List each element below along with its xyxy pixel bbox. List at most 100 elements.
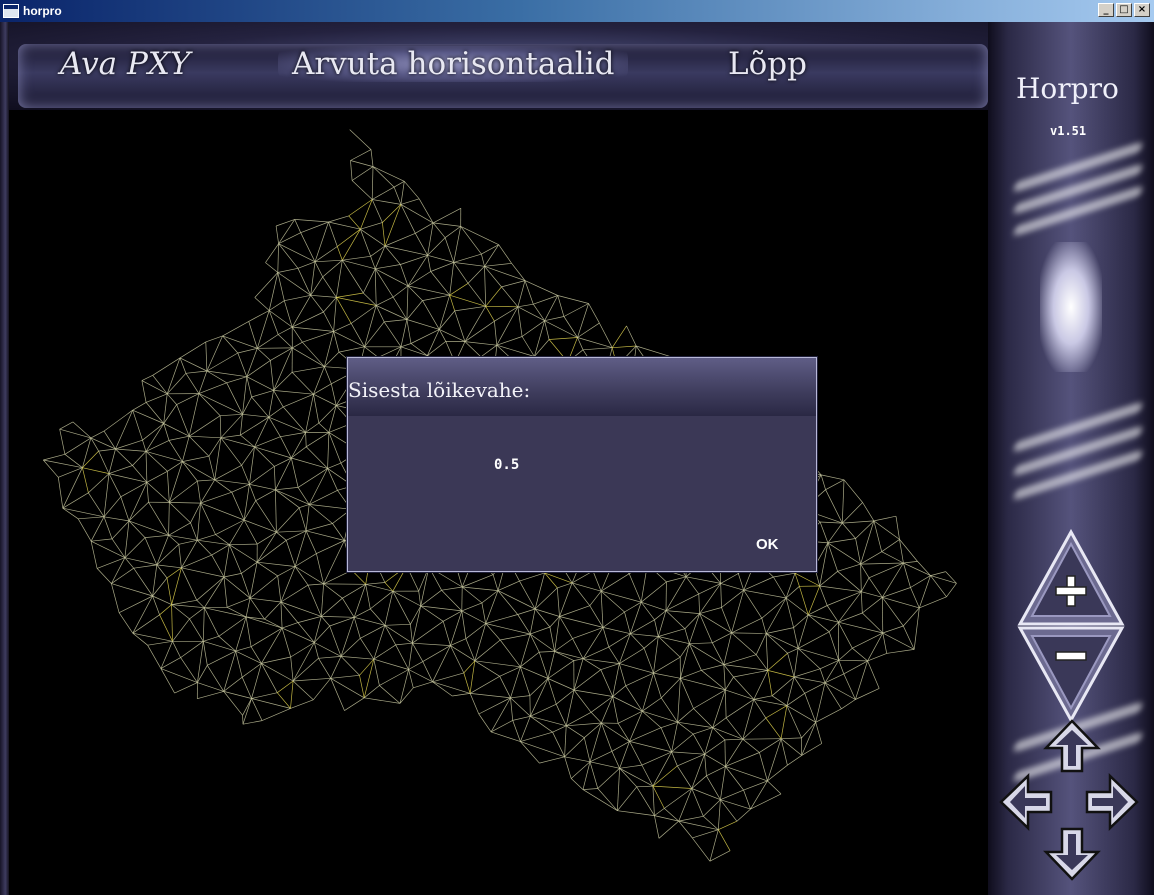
zoom-out-button[interactable] <box>1016 624 1126 724</box>
mesh-edge <box>862 597 883 614</box>
mesh-edge <box>658 820 679 839</box>
mesh-edge <box>274 457 292 467</box>
mesh-edge <box>314 261 324 278</box>
mesh-edge <box>207 665 224 692</box>
mesh-edge <box>753 670 769 700</box>
mesh-edge <box>412 605 422 644</box>
mesh-edge <box>636 785 653 788</box>
mesh-edge <box>141 374 153 381</box>
mesh-edge <box>103 516 113 540</box>
mesh-edge <box>512 715 531 721</box>
mesh-edge <box>181 540 198 568</box>
mesh-edge <box>449 283 469 296</box>
mesh-edge <box>206 352 238 372</box>
mesh-edge <box>251 390 274 398</box>
mesh-edge <box>629 741 643 766</box>
menu-open-pxy[interactable]: Ava PXY <box>60 46 190 82</box>
mesh-edge <box>410 605 422 625</box>
mesh-edge <box>611 325 627 348</box>
pan-left-button[interactable] <box>998 772 1054 832</box>
mesh-edge <box>658 628 685 637</box>
mesh-edge <box>619 768 637 788</box>
mesh-edge <box>825 479 845 491</box>
mesh-edge <box>743 590 763 619</box>
mesh-edge <box>141 380 147 403</box>
mesh-edge <box>465 638 476 661</box>
mesh-edge <box>724 739 726 767</box>
mesh-edge <box>534 608 560 617</box>
mesh-edge <box>602 611 625 628</box>
mesh-edge <box>330 677 365 699</box>
title-bar[interactable]: horpro _ □ × <box>0 0 1154 22</box>
mesh-edge <box>200 479 215 504</box>
mesh-edge <box>630 633 659 637</box>
mesh-edge <box>463 672 471 694</box>
menu-exit[interactable]: Lõpp <box>728 46 807 82</box>
ok-button[interactable]: OK <box>756 536 779 553</box>
mesh-edge <box>384 623 411 626</box>
mesh-edge <box>393 180 405 188</box>
mesh-edge <box>720 799 751 810</box>
mesh-edge <box>257 334 279 349</box>
pan-right-button[interactable] <box>1084 772 1140 832</box>
dialog-title: Sisesta lõikevahe: <box>348 378 531 402</box>
close-button[interactable]: × <box>1134 3 1150 17</box>
mesh-edge <box>677 721 713 728</box>
mesh-edge <box>384 625 397 646</box>
mesh-edge <box>265 262 279 273</box>
mesh-edge <box>316 540 345 554</box>
minimize-button[interactable]: _ <box>1098 3 1114 17</box>
mesh-edge <box>555 704 567 726</box>
mesh-edge <box>283 393 314 408</box>
mesh-edge <box>308 468 328 505</box>
mesh-edge <box>902 625 915 650</box>
mesh-edge <box>351 166 374 181</box>
mesh-edge <box>494 306 519 322</box>
mesh-edge <box>703 816 719 830</box>
mesh-edge <box>544 320 578 338</box>
mesh-edge <box>251 663 262 699</box>
mesh-edge <box>582 761 591 790</box>
pan-up-button[interactable] <box>1042 718 1102 774</box>
mesh-edge <box>529 678 549 717</box>
mesh-edge <box>767 670 773 696</box>
mesh-edge <box>439 310 455 330</box>
mesh-edge <box>564 756 572 779</box>
mesh-edge <box>328 432 342 464</box>
mesh-edge <box>539 651 555 653</box>
zoom-in-button[interactable] <box>1016 528 1126 628</box>
mesh-edge <box>242 376 248 415</box>
interval-input[interactable] <box>494 454 664 476</box>
pan-down-button[interactable] <box>1042 826 1102 882</box>
mesh-edge <box>310 294 337 298</box>
mesh-edge <box>617 723 630 742</box>
maximize-button[interactable]: □ <box>1116 3 1132 17</box>
mesh-edge <box>450 638 467 646</box>
mesh-edge <box>292 658 319 682</box>
mesh-edge <box>176 393 200 405</box>
mesh-edge <box>657 610 667 637</box>
mesh-edge <box>469 675 500 694</box>
mesh-edge <box>582 347 613 351</box>
mesh-edge <box>406 285 409 320</box>
mesh-edge <box>226 376 247 384</box>
mesh-edge <box>766 627 794 634</box>
mesh-edge <box>720 789 744 801</box>
mesh-edge <box>124 520 130 558</box>
mesh-edge <box>529 678 549 696</box>
mesh-edge <box>474 639 501 662</box>
mesh-edge <box>115 448 147 452</box>
mesh-edge <box>441 586 463 591</box>
mesh-edge <box>302 341 325 367</box>
mesh-edge <box>171 599 197 605</box>
menu-calculate-contours[interactable]: Arvuta horisontaalid <box>278 46 629 82</box>
mesh-edge <box>582 789 618 811</box>
mesh-edge <box>176 404 190 437</box>
mesh-edge <box>498 244 512 264</box>
mesh-edge <box>919 596 947 609</box>
mesh-edge <box>460 226 482 255</box>
mesh-edge <box>333 323 352 332</box>
mesh-edge <box>133 568 153 597</box>
mesh-edge <box>600 663 620 671</box>
mesh-edge <box>786 705 802 739</box>
